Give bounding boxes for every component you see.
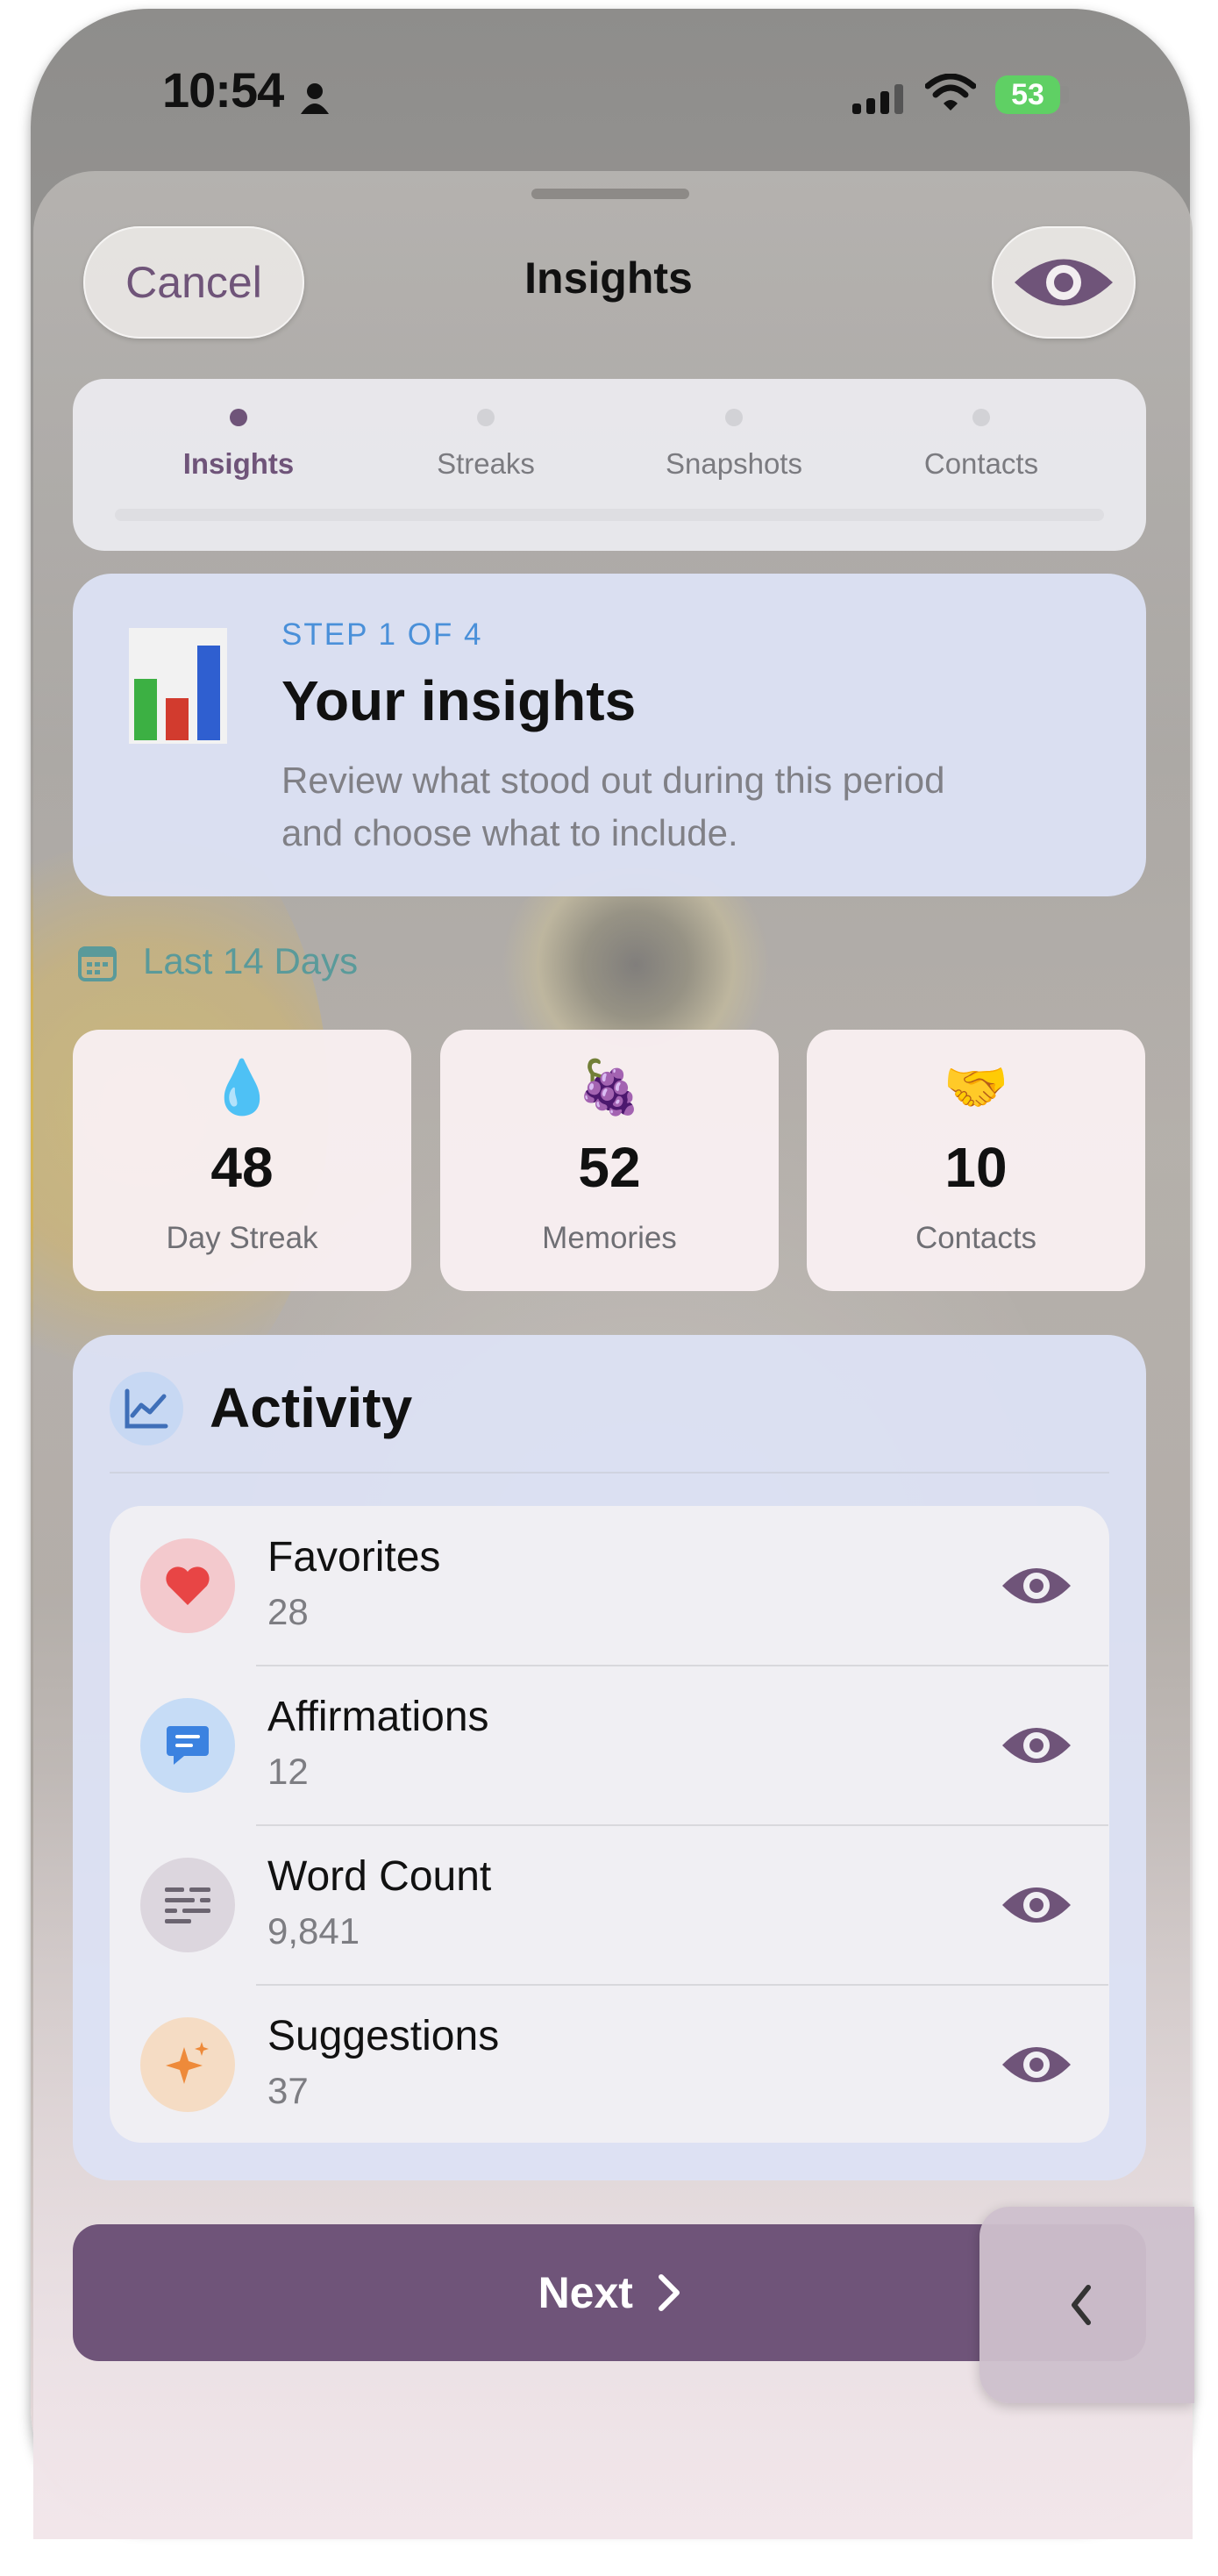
battery-percent: 53 xyxy=(1011,78,1044,111)
nav-title: Insights xyxy=(524,253,693,303)
stat-value: 52 xyxy=(578,1136,641,1199)
suggestions-icon-circle xyxy=(140,2017,235,2112)
visibility-eye-icon[interactable] xyxy=(1000,1880,1073,1930)
intro-heading: Your insights xyxy=(281,669,637,732)
step-dot-snapshots xyxy=(725,409,743,426)
affirmations-icon-circle xyxy=(140,1698,235,1793)
row-value: 9,841 xyxy=(267,1910,360,1952)
preview-button[interactable] xyxy=(992,226,1136,339)
row-value: 12 xyxy=(267,1751,309,1792)
stat-label: Contacts xyxy=(915,1221,1037,1255)
step-tracker: Insights Streaks Snapshots Contacts xyxy=(73,379,1146,551)
row-title: Suggestions xyxy=(267,2013,500,2059)
list-item-suggestions[interactable] xyxy=(110,1985,1109,2143)
signal-icon xyxy=(852,81,905,120)
row-title: Affirmations xyxy=(267,1694,489,1740)
water-drop-icon: 💧 xyxy=(209,1058,275,1117)
word-count-icon-circle xyxy=(140,1858,235,1952)
status-time: 10:54 xyxy=(162,62,284,118)
text-lines-icon xyxy=(165,1887,210,1923)
stat-label: Memories xyxy=(542,1221,677,1255)
eye-icon xyxy=(1015,259,1113,306)
calendar-icon xyxy=(78,946,117,981)
person-icon xyxy=(301,82,329,118)
favorites-icon-circle xyxy=(140,1538,235,1633)
intro-description: Review what stood out during this period… xyxy=(281,760,945,853)
period-label: Last 14 Days xyxy=(143,940,359,981)
row-value: 37 xyxy=(267,2070,309,2111)
visibility-eye-icon[interactable] xyxy=(1000,1721,1073,1770)
list-item-word-count[interactable] xyxy=(110,1825,1109,1985)
list-item-favorites[interactable] xyxy=(110,1506,1109,1666)
sheet-grabber[interactable] xyxy=(531,189,689,199)
stat-card-memories: 🍇 52 Memories xyxy=(440,1030,779,1291)
row-title: Favorites xyxy=(267,1534,441,1581)
line-chart-icon xyxy=(125,1388,168,1429)
chevron-left-icon xyxy=(1072,2285,1091,2325)
activity-title: Activity xyxy=(210,1376,413,1439)
step-progress-track xyxy=(115,509,1104,521)
stat-card-streak: 💧 48 Day Streak xyxy=(73,1030,411,1291)
cancel-label: Cancel xyxy=(125,258,262,307)
list-item-affirmations[interactable] xyxy=(110,1666,1109,1825)
chevron-right-icon xyxy=(659,2274,680,2311)
activity-icon-circle xyxy=(110,1372,183,1445)
tab-insights[interactable]: Insights xyxy=(142,447,335,481)
stat-value: 48 xyxy=(210,1136,274,1199)
visibility-eye-icon[interactable] xyxy=(1000,1561,1073,1610)
activity-divider xyxy=(110,1472,1109,1474)
floating-back-tab[interactable] xyxy=(979,2207,1194,2403)
bar-chart-icon xyxy=(129,628,227,744)
sparkles-icon xyxy=(166,2042,209,2084)
handshake-icon: 🤝 xyxy=(943,1058,1009,1117)
next-label: Next xyxy=(538,2268,633,2317)
grapes-icon: 🍇 xyxy=(576,1058,643,1117)
tab-streaks[interactable]: Streaks xyxy=(389,447,582,481)
row-value: 28 xyxy=(267,1591,309,1632)
tab-contacts[interactable]: Contacts xyxy=(885,447,1078,481)
wifi-icon xyxy=(924,73,977,118)
step-indicator: STEP 1 OF 4 xyxy=(281,617,483,652)
cancel-button[interactable]: Cancel xyxy=(83,226,304,339)
visibility-eye-icon[interactable] xyxy=(1000,2040,1073,2089)
row-title: Word Count xyxy=(267,1853,492,1900)
message-bubble-icon xyxy=(167,1726,209,1765)
battery-icon: 53 xyxy=(995,75,1069,114)
step-dot-contacts xyxy=(972,409,990,426)
heart-icon xyxy=(166,1566,210,1605)
step-dot-streaks xyxy=(477,409,495,426)
stat-label: Day Streak xyxy=(166,1221,318,1255)
step-dot-insights xyxy=(230,409,247,426)
tab-snapshots[interactable]: Snapshots xyxy=(637,447,830,481)
stat-value: 10 xyxy=(944,1136,1008,1199)
stat-card-contacts: 🤝 10 Contacts xyxy=(807,1030,1145,1291)
intro-card: STEP 1 OF 4 Your insights Review what st… xyxy=(73,574,1146,896)
